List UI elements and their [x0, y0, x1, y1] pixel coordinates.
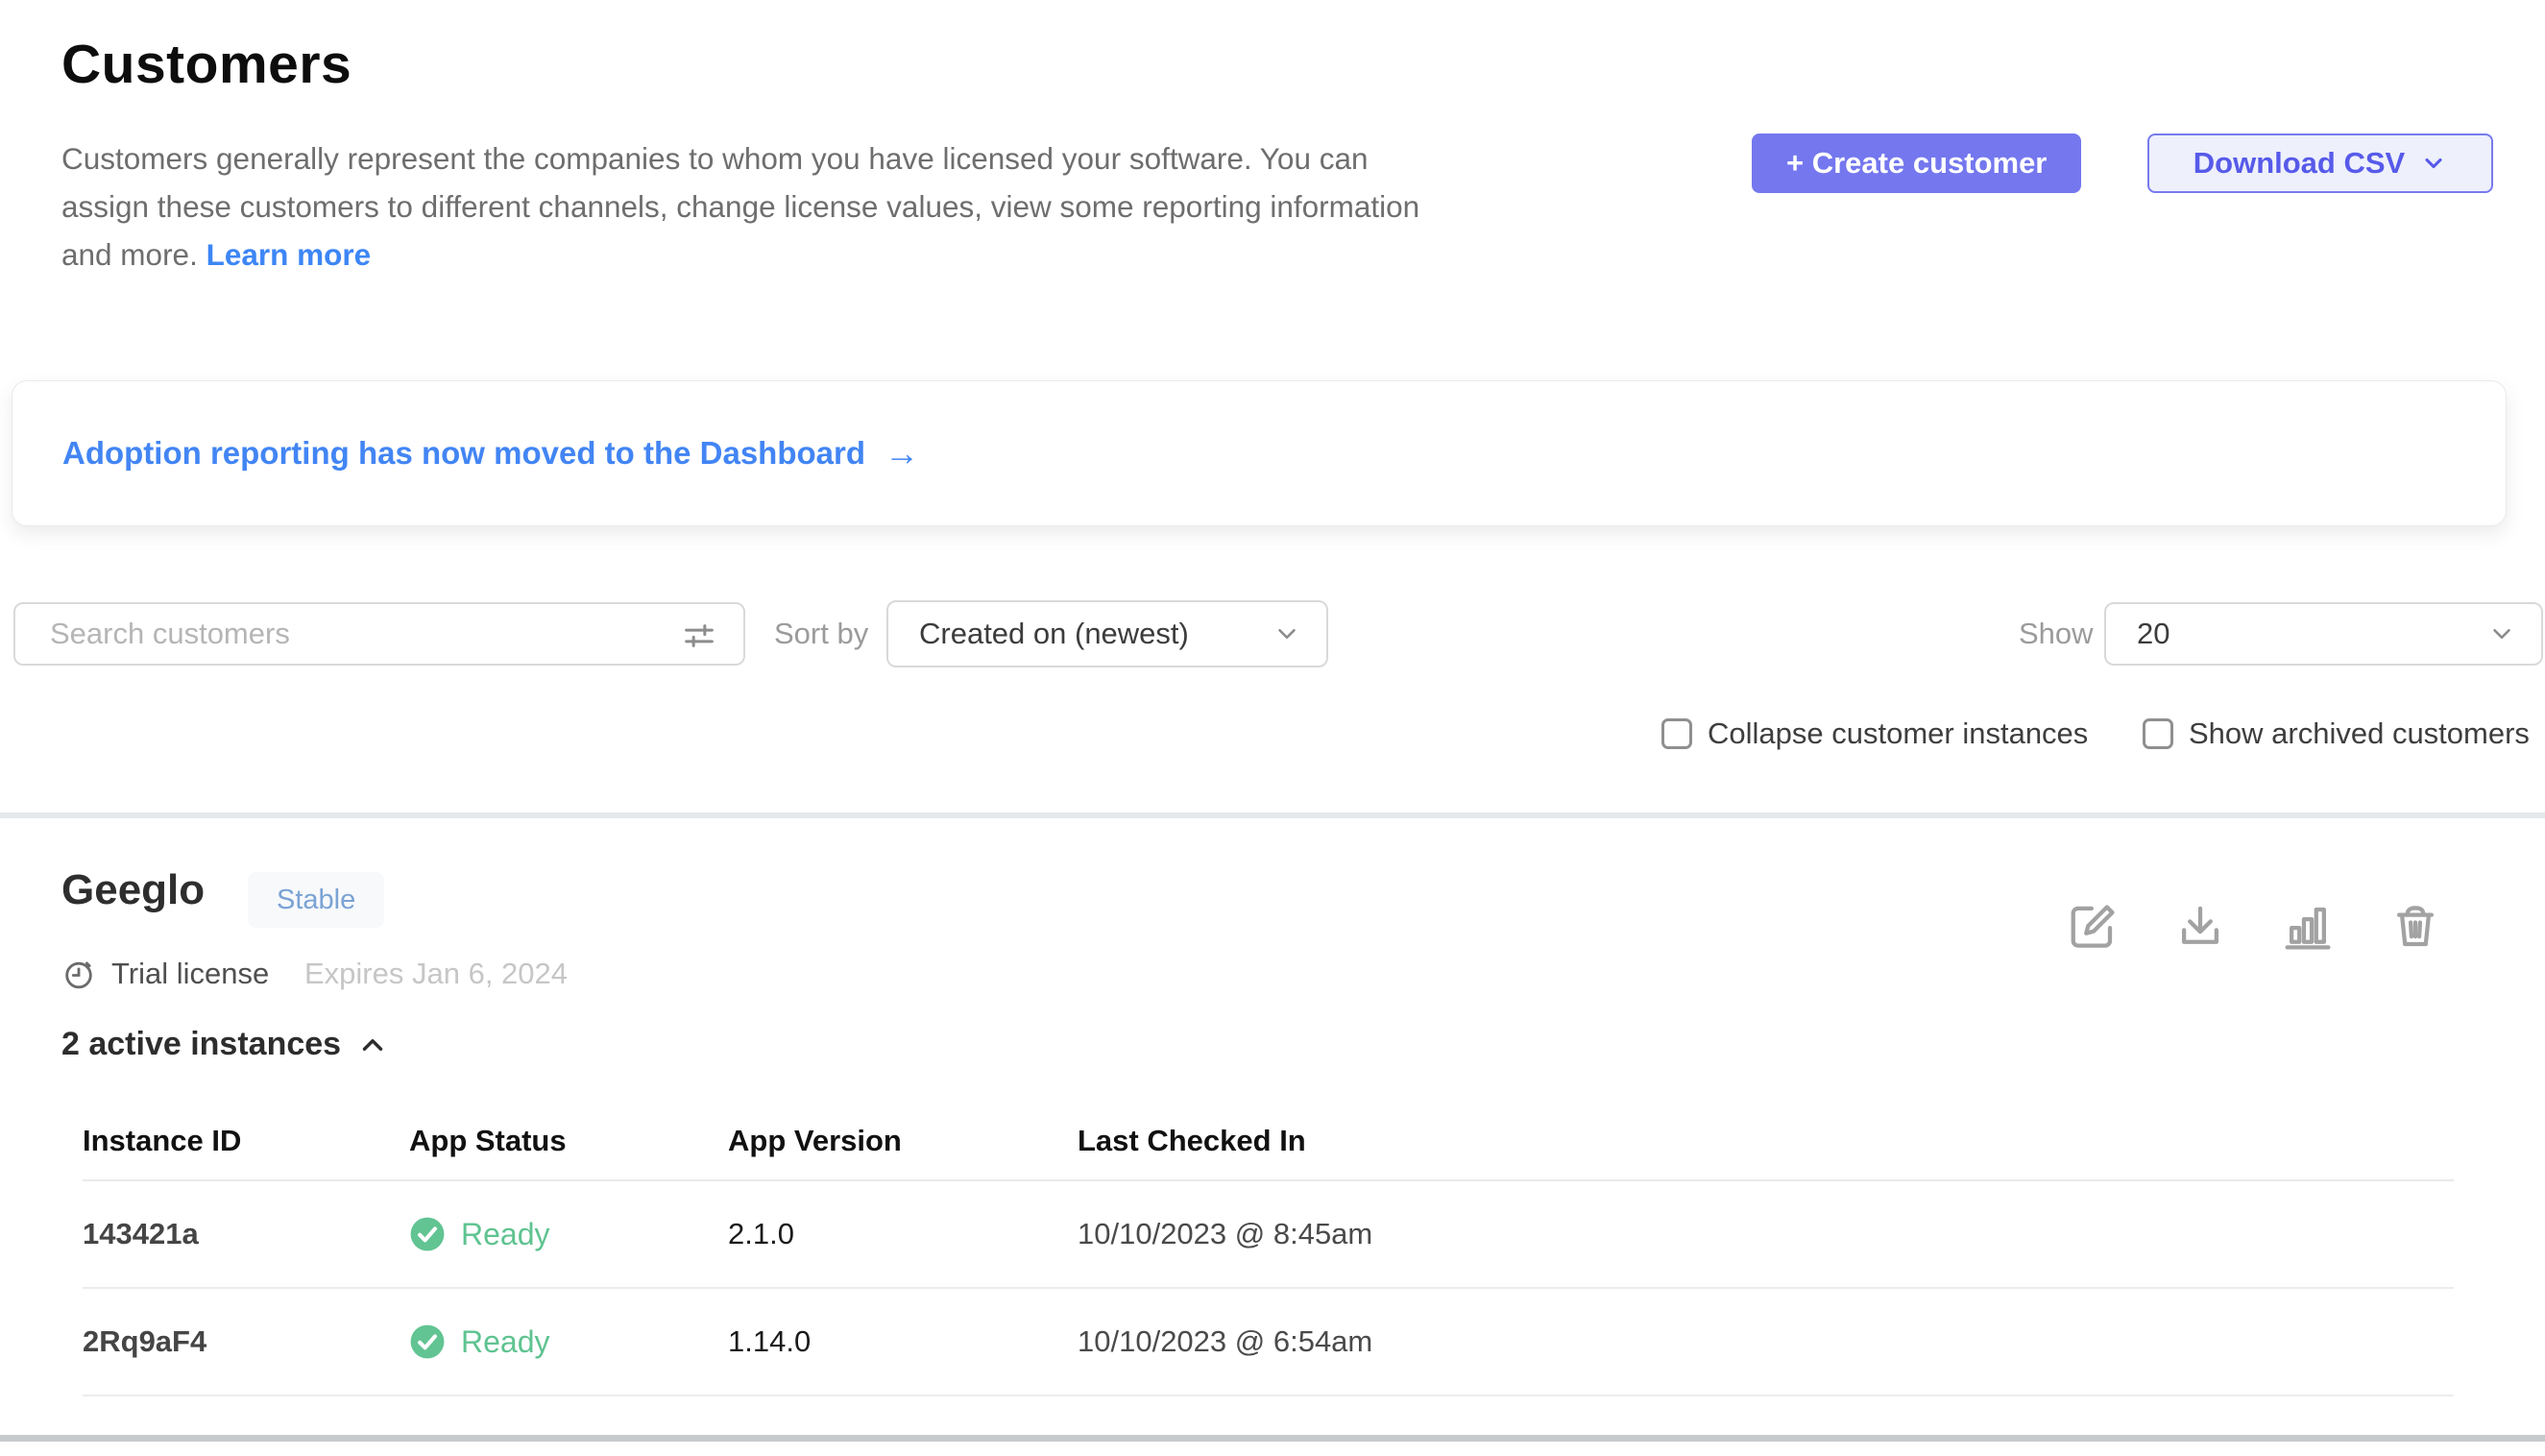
sort-by-label: Sort by [774, 602, 868, 666]
download-csv-label: Download CSV [2194, 146, 2405, 181]
last-checked-in: 10/10/2023 @ 8:45am [1078, 1217, 2454, 1251]
show-archived-checkbox[interactable] [2143, 718, 2173, 749]
channel-badge: Stable [248, 872, 384, 928]
check-circle-icon [409, 1216, 446, 1252]
learn-more-link[interactable]: Learn more [206, 237, 372, 272]
chevron-down-icon [2420, 150, 2447, 177]
app-status: Ready [409, 1216, 728, 1252]
edit-customer-icon[interactable] [2067, 901, 2119, 953]
show-select-value: 20 [2137, 617, 2169, 651]
col-app-version: App Version [728, 1124, 1078, 1158]
license-row: Trial license Expires Jan 6, 2024 [61, 957, 269, 991]
show-label: Show [2019, 602, 2094, 666]
bar-chart-icon[interactable] [2282, 901, 2334, 953]
page-title: Customers [61, 33, 351, 96]
instance-id: 2Rq9aF4 [83, 1324, 409, 1359]
chevron-up-icon [356, 1029, 389, 1061]
customer-card-divider [0, 1435, 2545, 1442]
table-row: 143421a Ready 2.1.0 10/10/2023 @ 8:45am [83, 1181, 2454, 1289]
instances-table: Instance ID App Status App Version Last … [83, 1124, 2454, 1396]
filter-sliders-icon[interactable] [680, 617, 718, 655]
col-last-checked-in: Last Checked In [1078, 1124, 2454, 1158]
customer-name[interactable]: Geeglo [61, 866, 205, 914]
description-line: Customers generally represent the compan… [61, 134, 1419, 182]
download-csv-button[interactable]: Download CSV [2147, 133, 2493, 193]
search-input[interactable] [15, 604, 743, 664]
download-customer-icon[interactable] [2174, 901, 2226, 953]
adoption-banner: Adoption reporting has now moved to the … [12, 380, 2507, 526]
trial-clock-icon [61, 957, 96, 991]
search-customers-box [13, 602, 745, 666]
description-line: and more. Learn more [61, 231, 1419, 279]
arrow-right-icon: → [885, 433, 919, 473]
customer-actions [2067, 901, 2441, 953]
adoption-banner-link[interactable]: Adoption reporting has now moved to the … [62, 433, 919, 473]
delete-customer-icon[interactable] [2389, 901, 2441, 953]
check-circle-icon [409, 1323, 446, 1360]
description-line-text: and more. [61, 237, 198, 272]
app-status-text: Ready [461, 1217, 550, 1252]
instances-table-header: Instance ID App Status App Version Last … [83, 1124, 2454, 1179]
sort-select-value: Created on (newest) [919, 617, 1189, 651]
sort-select[interactable]: Created on (newest) [886, 600, 1328, 667]
show-select[interactable]: 20 [2104, 602, 2543, 666]
description-line: assign these customers to different chan… [61, 182, 1419, 231]
adoption-banner-text: Adoption reporting has now moved to the … [62, 435, 865, 472]
collapse-instances-option: Collapse customer instances [1661, 716, 2088, 751]
col-instance-id: Instance ID [83, 1124, 409, 1158]
collapse-instances-label: Collapse customer instances [1708, 716, 2088, 751]
license-type: Trial license [111, 957, 269, 991]
last-checked-in: 10/10/2023 @ 6:54am [1078, 1324, 2454, 1359]
chevron-down-icon [2487, 619, 2516, 648]
active-instances-label: 2 active instances [61, 1026, 341, 1063]
app-status: Ready [409, 1323, 728, 1360]
license-expires: Expires Jan 6, 2024 [304, 957, 568, 991]
show-archived-label: Show archived customers [2189, 716, 2530, 751]
instance-id: 143421a [83, 1217, 409, 1251]
show-archived-option: Show archived customers [2143, 716, 2530, 751]
app-status-text: Ready [461, 1324, 550, 1360]
app-version: 2.1.0 [728, 1217, 1078, 1251]
collapse-instances-checkbox[interactable] [1661, 718, 1692, 749]
page-description: Customers generally represent the compan… [61, 134, 1419, 279]
section-divider [0, 813, 2545, 818]
create-customer-button[interactable]: + Create customer [1752, 133, 2081, 193]
app-version: 1.14.0 [728, 1324, 1078, 1359]
chevron-down-icon [1272, 619, 1301, 648]
table-row: 2Rq9aF4 Ready 1.14.0 10/10/2023 @ 6:54am [83, 1289, 2454, 1396]
active-instances-toggle[interactable]: 2 active instances [61, 1026, 389, 1063]
col-app-status: App Status [409, 1124, 728, 1158]
